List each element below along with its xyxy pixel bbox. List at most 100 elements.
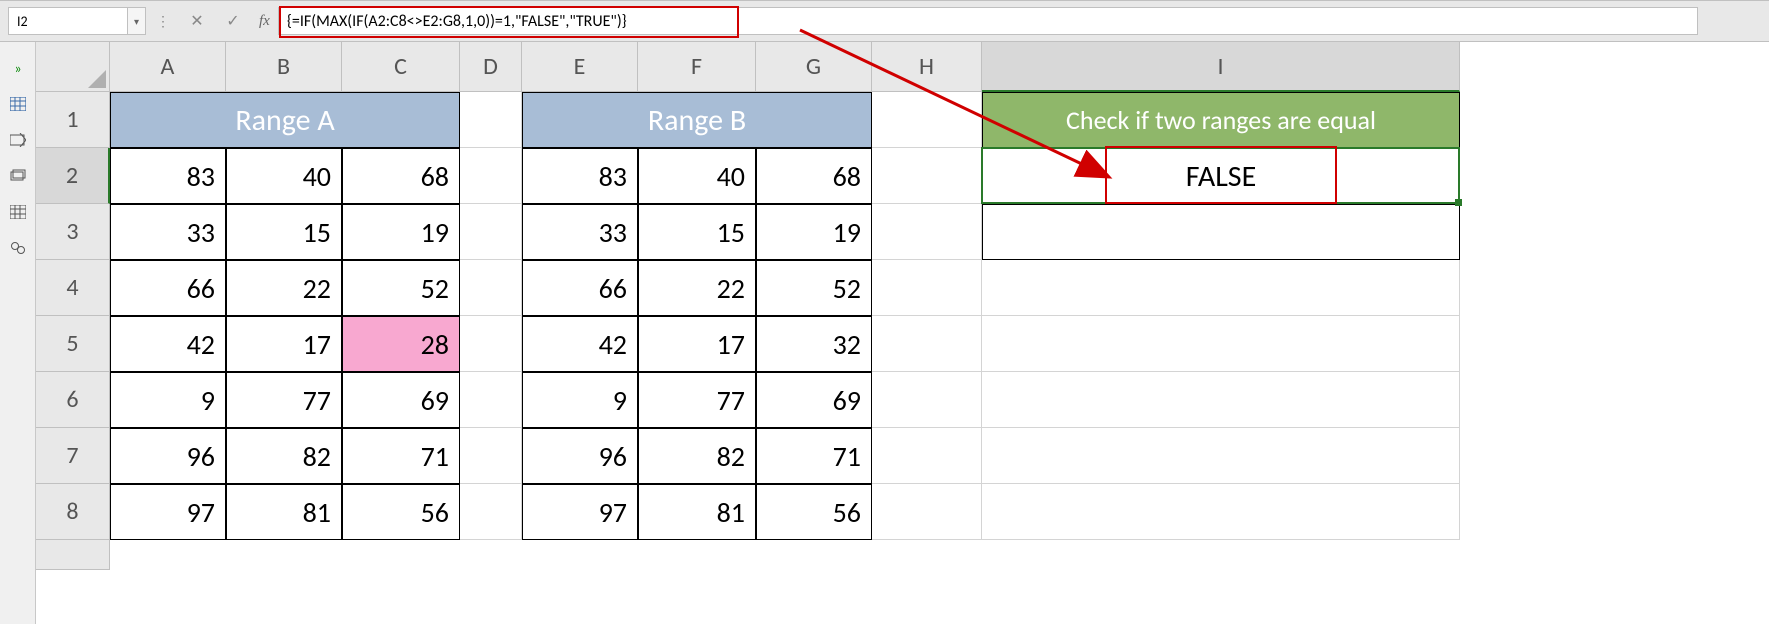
row-header-9[interactable] — [36, 540, 110, 570]
cell-E6[interactable]: 9 — [522, 372, 638, 428]
cell-I7[interactable] — [982, 428, 1460, 484]
cell-E7[interactable]: 96 — [522, 428, 638, 484]
cell-E4[interactable]: 66 — [522, 260, 638, 316]
column-header-B[interactable]: B — [226, 42, 342, 92]
column-header-C[interactable]: C — [342, 42, 460, 92]
cell-G3[interactable]: 19 — [756, 204, 872, 260]
name-box[interactable]: I2 — [8, 7, 128, 35]
formula-input[interactable]: {=IF(MAX(IF(A2:C8<>E2:G8,1,0))=1,"FALSE"… — [278, 7, 1698, 35]
cell-D4[interactable] — [460, 260, 522, 316]
cell-C2[interactable]: 68 — [342, 148, 460, 204]
cell-H7[interactable] — [872, 428, 982, 484]
cell-D6[interactable] — [460, 372, 522, 428]
row-header-1[interactable]: 1 — [36, 92, 110, 148]
cell-G2[interactable]: 68 — [756, 148, 872, 204]
sidebar-tool-5-icon[interactable] — [0, 232, 36, 264]
cell-A3[interactable]: 33 — [110, 204, 226, 260]
row-header-4[interactable]: 4 — [36, 260, 110, 316]
cell-I4[interactable] — [982, 260, 1460, 316]
column-header-G[interactable]: G — [756, 42, 872, 92]
cell-C6[interactable]: 69 — [342, 372, 460, 428]
cell-F5[interactable]: 17 — [638, 316, 756, 372]
row-header-7[interactable]: 7 — [36, 428, 110, 484]
cell-F2[interactable]: 40 — [638, 148, 756, 204]
cell-H5[interactable] — [872, 316, 982, 372]
name-box-dropdown[interactable]: ▾ — [128, 7, 146, 35]
row-header-5[interactable]: 5 — [36, 316, 110, 372]
cell-D7[interactable] — [460, 428, 522, 484]
cell-I8[interactable] — [982, 484, 1460, 540]
cell-D8[interactable] — [460, 484, 522, 540]
column-header-H[interactable]: H — [872, 42, 982, 92]
cell-A8[interactable]: 97 — [110, 484, 226, 540]
cell-C8[interactable]: 56 — [342, 484, 460, 540]
sidebar-tool-1-icon[interactable] — [0, 88, 36, 120]
cell-C5[interactable]: 28 — [342, 316, 460, 372]
cell-B8[interactable]: 81 — [226, 484, 342, 540]
cell-C7[interactable]: 71 — [342, 428, 460, 484]
accept-formula-icon[interactable]: ✓ — [219, 7, 247, 35]
row-header-6[interactable]: 6 — [36, 372, 110, 428]
column-header-A[interactable]: A — [110, 42, 226, 92]
cell-I2[interactable]: FALSE — [982, 148, 1460, 204]
cell-E2[interactable]: 83 — [522, 148, 638, 204]
expand-panel-icon[interactable]: » — [0, 52, 36, 84]
cell-A7[interactable]: 96 — [110, 428, 226, 484]
cell-A4[interactable]: 66 — [110, 260, 226, 316]
cell-B5[interactable]: 17 — [226, 316, 342, 372]
cell-H1[interactable] — [872, 92, 982, 148]
cell-G8[interactable]: 56 — [756, 484, 872, 540]
row-header-8[interactable]: 8 — [36, 484, 110, 540]
cell-G7[interactable]: 71 — [756, 428, 872, 484]
column-header-I[interactable]: I — [982, 42, 1460, 92]
sidebar-tool-2-icon[interactable] — [0, 124, 36, 156]
cell-B7[interactable]: 82 — [226, 428, 342, 484]
cell-F7[interactable]: 82 — [638, 428, 756, 484]
column-header-D[interactable]: D — [460, 42, 522, 92]
cell-F3[interactable]: 15 — [638, 204, 756, 260]
cell-B2[interactable]: 40 — [226, 148, 342, 204]
fx-icon[interactable]: fx — [259, 13, 270, 30]
row-header-2[interactable]: 2 — [36, 148, 110, 204]
cell-B3[interactable]: 15 — [226, 204, 342, 260]
cell-A2[interactable]: 83 — [110, 148, 226, 204]
cell-H8[interactable] — [872, 484, 982, 540]
sidebar-tool-4-icon[interactable] — [0, 196, 36, 228]
cell-I6[interactable] — [982, 372, 1460, 428]
spreadsheet-grid[interactable]: ABCDEFGHI 12345678 Range ARange BCheck i… — [36, 42, 1769, 624]
cell-H4[interactable] — [872, 260, 982, 316]
cell-B6[interactable]: 77 — [226, 372, 342, 428]
cell-A5[interactable]: 42 — [110, 316, 226, 372]
cell-A1[interactable]: Range A — [110, 92, 460, 148]
cell-H2[interactable] — [872, 148, 982, 204]
cell-D5[interactable] — [460, 316, 522, 372]
cell-D1[interactable] — [460, 92, 522, 148]
cell-I1[interactable]: Check if two ranges are equal — [982, 92, 1460, 148]
cell-G5[interactable]: 32 — [756, 316, 872, 372]
column-header-E[interactable]: E — [522, 42, 638, 92]
row-header-3[interactable]: 3 — [36, 204, 110, 260]
cell-E5[interactable]: 42 — [522, 316, 638, 372]
cancel-formula-icon[interactable]: ✕ — [183, 7, 211, 35]
cell-B4[interactable]: 22 — [226, 260, 342, 316]
cell-C3[interactable]: 19 — [342, 204, 460, 260]
cell-F4[interactable]: 22 — [638, 260, 756, 316]
cell-G4[interactable]: 52 — [756, 260, 872, 316]
select-all-corner[interactable] — [36, 42, 110, 92]
cell-F6[interactable]: 77 — [638, 372, 756, 428]
cell-D3[interactable] — [460, 204, 522, 260]
cell-I5[interactable] — [982, 316, 1460, 372]
cell-H6[interactable] — [872, 372, 982, 428]
cell-A6[interactable]: 9 — [110, 372, 226, 428]
column-header-F[interactable]: F — [638, 42, 756, 92]
cell-D2[interactable] — [460, 148, 522, 204]
cell-G6[interactable]: 69 — [756, 372, 872, 428]
cell-H3[interactable] — [872, 204, 982, 260]
cell-E8[interactable]: 97 — [522, 484, 638, 540]
cell-I3[interactable] — [982, 204, 1460, 260]
cell-E3[interactable]: 33 — [522, 204, 638, 260]
cell-E1[interactable]: Range B — [522, 92, 872, 148]
sidebar-tool-3-icon[interactable] — [0, 160, 36, 192]
cell-F8[interactable]: 81 — [638, 484, 756, 540]
cell-C4[interactable]: 52 — [342, 260, 460, 316]
